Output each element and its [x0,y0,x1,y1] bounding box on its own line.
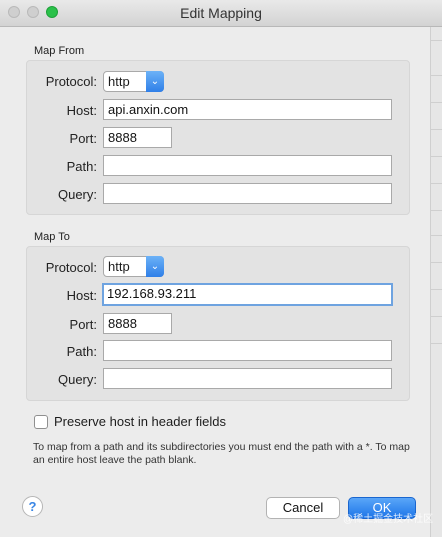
map-from-protocol-label: Protocol: [45,74,97,89]
preserve-host-label[interactable]: Preserve host in header fields [54,414,226,429]
map-to-port-label: Port: [69,317,97,332]
map-to-host-field[interactable]: 192.168.93.211 [102,283,393,306]
map-to-port-field[interactable]: 8888 [103,313,172,334]
map-from-protocol-select[interactable]: http ⌄ [103,71,164,92]
help-note: To map from a path and its subdirectorie… [33,441,410,466]
map-to-query-label: Query: [57,372,97,387]
map-to-protocol-label: Protocol: [45,260,97,275]
map-from-host-field[interactable]: api.anxin.com [103,99,392,120]
map-to-host-label: Host: [66,288,97,303]
map-to-heading: Map To [34,231,70,243]
help-icon[interactable]: ? [22,496,43,517]
map-from-query-label: Query: [57,187,97,202]
watermark: @稀土掘金技术社区 [343,514,434,525]
map-from-port-label: Port: [69,131,97,146]
map-from-query-field[interactable] [103,183,392,204]
title-bar: Edit Mapping [0,0,442,27]
map-from-port-field[interactable]: 8888 [103,127,172,148]
map-from-protocol-value: http [108,74,130,89]
map-to-path-field[interactable] [103,340,392,361]
map-from-host-label: Host: [66,103,97,118]
window-title: Edit Mapping [180,5,262,21]
map-to-protocol-value: http [108,259,130,274]
preserve-host-checkbox[interactable] [34,415,48,429]
map-to-path-label: Path: [66,344,97,359]
map-to-query-field[interactable] [103,368,392,389]
background-window-edge [430,27,442,537]
map-to-protocol-select[interactable]: http ⌄ [103,256,164,277]
map-from-path-label: Path: [66,159,97,174]
map-from-path-field[interactable] [103,155,392,176]
chevron-updown-icon: ⌄ [146,256,164,277]
cancel-button[interactable]: Cancel [266,497,340,519]
chevron-updown-icon: ⌄ [146,71,164,92]
map-from-heading: Map From [34,45,85,57]
